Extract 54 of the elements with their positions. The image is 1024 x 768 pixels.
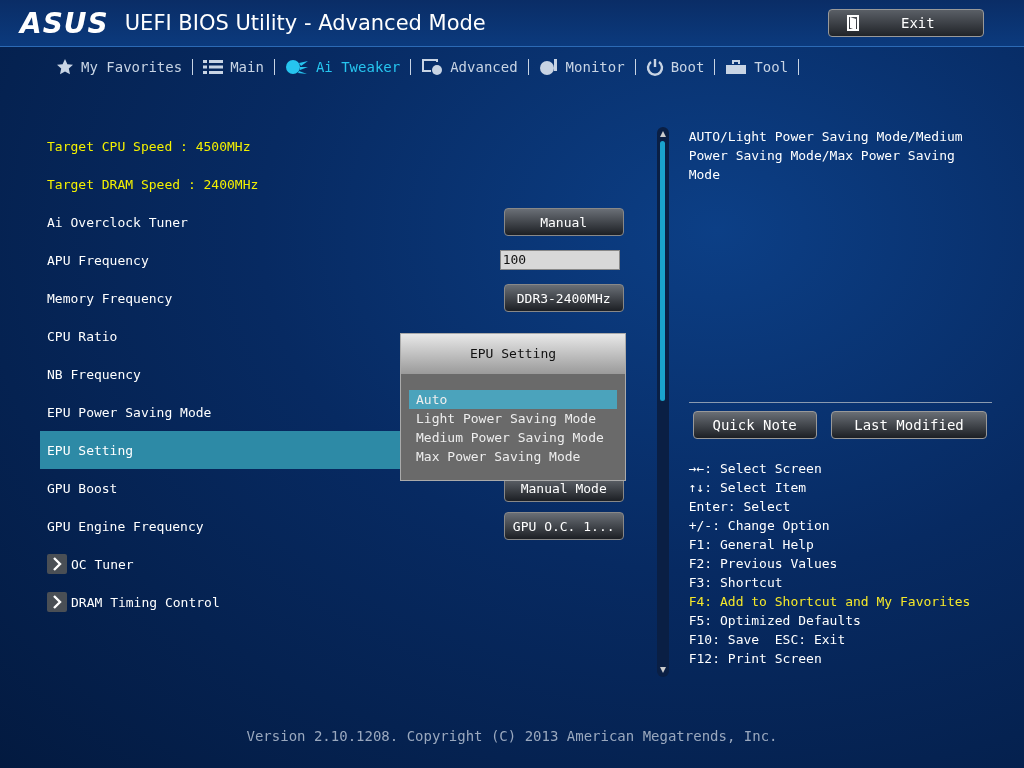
menu-tab[interactable]: My Favorites [56,56,183,78]
brand-logo: ASUS [20,6,109,40]
menu-tab[interactable]: Main [203,57,264,77]
popup-option[interactable]: Light Power Saving Mode [409,409,617,428]
window-title: UEFI BIOS Utility - Advanced Mode [124,11,487,35]
key-hint: F4: Add to Shortcut and My Favorites [688,593,972,611]
menu-tab[interactable]: Advanced [421,56,518,78]
exit-button[interactable]: Exit [828,9,984,37]
setting-label: Target DRAM Speed : 2400MHz [47,176,259,192]
setting-input-field[interactable]: 100 [499,250,620,270]
popup-title: EPU Setting [401,334,625,374]
setting-label: GPU Engine Frequency [47,518,204,534]
setting-label: Ai Overclock Tuner [47,214,188,230]
scrollbar[interactable] [656,127,669,677]
version-footer: Version 2.10.1208. Copyright (C) 2013 American Megatrends, Inc. [0,728,1024,768]
key-hint: F10: Save ESC: Exit [688,631,847,649]
key-hint: →←: Select Screen [688,460,823,478]
setting-label: APU Frequency [47,252,149,268]
scroll-down-icon[interactable] [658,666,667,674]
key-hint: +/-: Change Option [688,517,831,535]
menu-tab[interactable]: Boot [645,56,705,78]
toolbox-icon [725,59,748,75]
key-hint: ↑↓: Select Item [688,479,808,497]
menu-tab[interactable]: Monitor [538,56,625,78]
setting-label: NB Frequency [47,366,141,382]
key-hint: F5: Optimized Defaults [688,612,862,630]
setting-label: CPU Ratio [47,328,118,344]
help-description: AUTO/Light Power Saving Mode/Medium Power Saving Mode/Max Power Saving Mode [688,127,992,403]
setting-value-button[interactable]: DDR3-2400MHz [503,284,624,312]
setting-label: GPU Boost [47,480,118,496]
key-hint: F1: General Help [688,536,815,554]
setting-label[interactable]: OC Tuner [71,556,134,572]
comet-icon [284,59,309,75]
list-icon [203,59,224,75]
key-hint: F2: Previous Values [688,555,839,573]
door-icon [847,15,861,31]
key-hint: Enter: Select [688,498,792,516]
key-hint: F3: Shortcut [688,574,784,592]
help-panel-button[interactable]: Quick Note [692,411,817,439]
setting-label: Target CPU Speed : 4500MHz [47,138,251,154]
setting-label: EPU Setting [47,442,134,458]
menu-tab[interactable]: Ai Tweaker [284,57,401,77]
key-hint: F12: Print Screen [688,650,823,668]
setting-value-button[interactable]: Manual [503,208,624,236]
monitor-info-icon [421,58,444,76]
setting-label: EPU Power Saving Mode [47,404,212,420]
menu-tab[interactable]: Tool [725,57,789,77]
setting-label: Memory Frequency [47,290,173,306]
setting-label[interactable]: DRAM Timing Control [71,594,220,610]
help-panel-button[interactable]: Last Modified [831,411,987,439]
scroll-up-icon[interactable] [658,130,667,138]
star-icon [56,58,74,76]
power-icon [645,58,664,76]
setting-value-button[interactable]: GPU O.C. 1... [503,512,624,540]
